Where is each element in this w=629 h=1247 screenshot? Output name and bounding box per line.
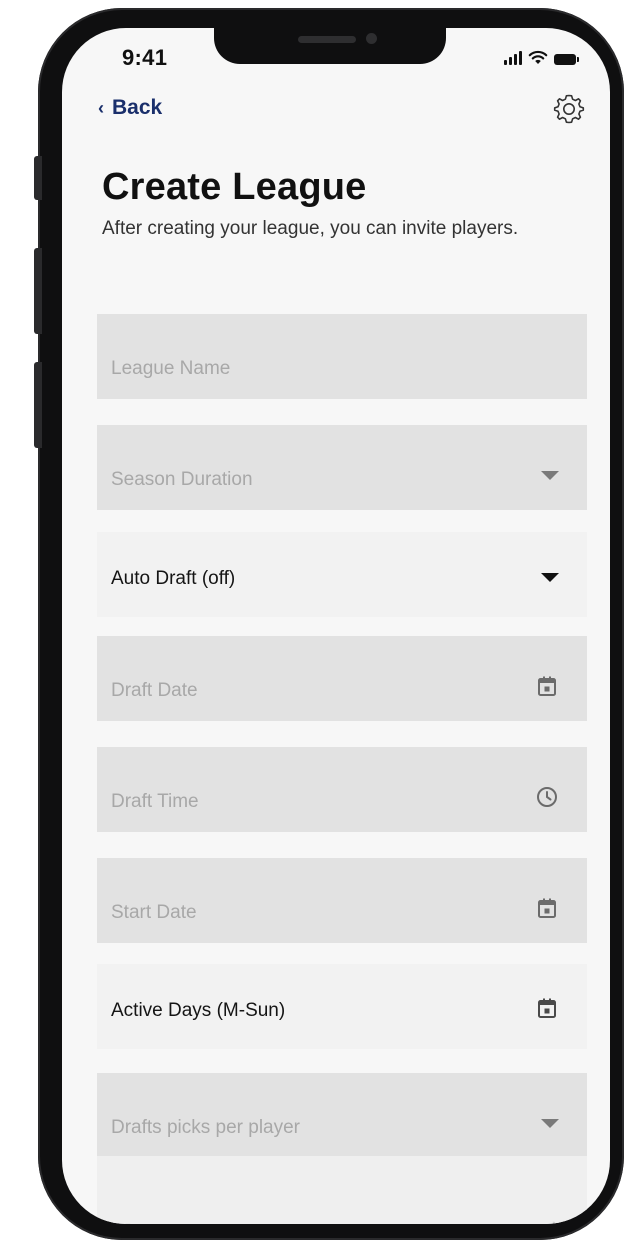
signal-icon (504, 51, 522, 65)
start-date-input[interactable]: Start Date (97, 858, 587, 943)
chevron-left-icon: ‹ (98, 98, 104, 118)
active-days-value: Active Days (M-Sun) (111, 999, 286, 1021)
page-title: Create League (102, 166, 367, 208)
start-date-placeholder: Start Date (111, 901, 197, 923)
status-icons (504, 50, 579, 65)
page-subtitle: After creating your league, you can invi… (102, 218, 519, 239)
volume-up-button (34, 248, 42, 334)
caret-down-icon (541, 471, 559, 480)
battery-icon (554, 54, 579, 65)
app-screen: 9:41 ‹ Back Create League After creating… (62, 28, 610, 1224)
draft-time-input[interactable]: Draft Time (97, 747, 587, 832)
league-name-placeholder: League Name (111, 357, 231, 379)
clock-icon (537, 786, 557, 807)
auto-draft-select[interactable]: Auto Draft (off) (97, 532, 587, 617)
back-label: Back (112, 96, 163, 119)
calendar-icon (538, 998, 556, 1018)
calendar-icon (538, 898, 556, 918)
draft-time-placeholder: Draft Time (111, 790, 199, 812)
league-name-input[interactable]: League Name (97, 314, 587, 399)
caret-down-icon (541, 573, 559, 582)
notch (214, 28, 446, 64)
wifi-icon (528, 50, 548, 64)
season-duration-select[interactable]: Season Duration (97, 425, 587, 510)
draft-picks-placeholder: Drafts picks per player (111, 1116, 301, 1138)
chevron-right-icon: › (552, 1212, 559, 1224)
speaker-grille (298, 36, 356, 43)
calendar-icon (538, 676, 556, 696)
draft-picks-select[interactable]: Drafts picks per player (97, 1073, 587, 1158)
volume-down-button (34, 362, 42, 448)
caret-down-icon (541, 1119, 559, 1128)
silent-switch (34, 156, 42, 200)
draft-date-input[interactable]: Draft Date (97, 636, 587, 721)
back-button[interactable]: ‹ Back (98, 96, 162, 120)
active-days-select[interactable]: Active Days (M-Sun) (97, 964, 587, 1049)
next-field-partial[interactable]: ▫▫▫ › (97, 1156, 587, 1224)
draft-date-placeholder: Draft Date (111, 679, 198, 701)
front-camera (366, 33, 377, 44)
gear-icon[interactable] (552, 92, 586, 126)
auto-draft-value: Auto Draft (off) (111, 567, 236, 589)
status-time: 9:41 (122, 45, 168, 70)
season-duration-placeholder: Season Duration (111, 468, 253, 490)
partial-field-text: ▫▫▫ (111, 1216, 131, 1224)
